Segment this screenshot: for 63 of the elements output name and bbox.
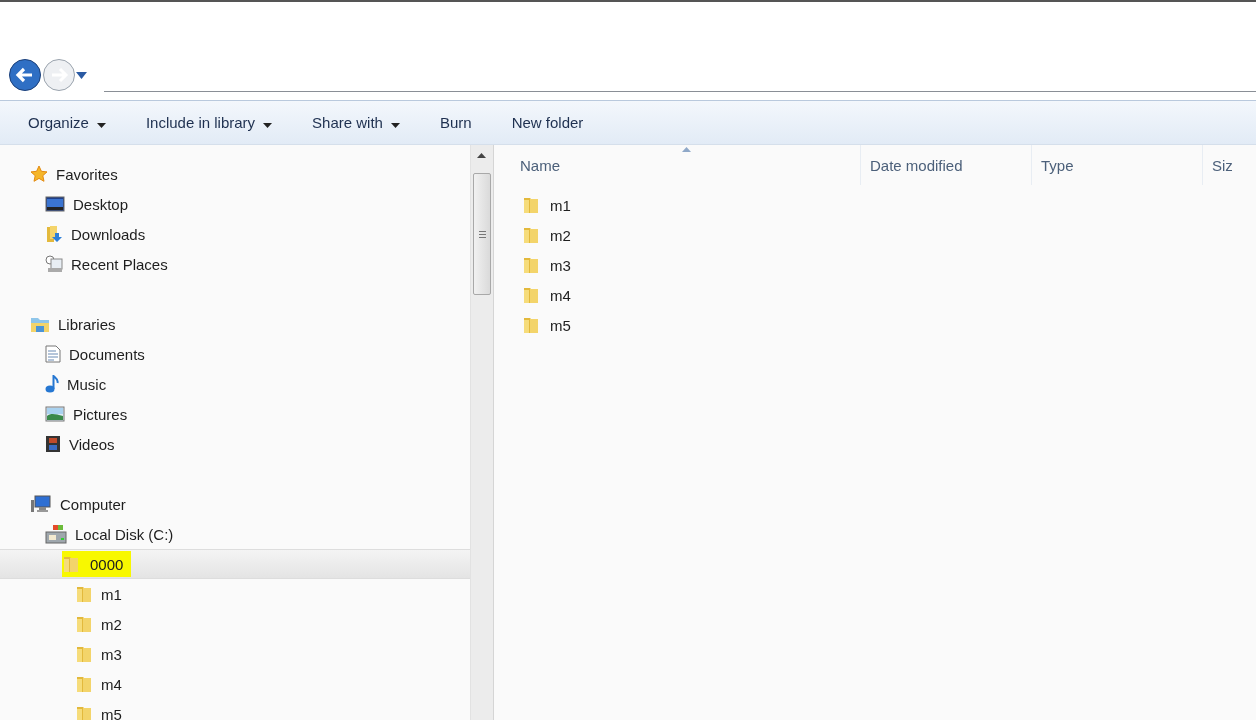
- recent-places-icon: [45, 255, 63, 273]
- tree-item[interactable]: Libraries: [30, 313, 116, 335]
- scroll-thumb[interactable]: [473, 173, 491, 295]
- document-icon: [45, 345, 61, 363]
- folder-download-icon: [45, 225, 63, 243]
- folder-icon: [75, 644, 93, 664]
- computer-icon: [30, 495, 52, 513]
- tree-item[interactable]: Music: [45, 373, 107, 395]
- column-header[interactable]: Siz: [1203, 145, 1243, 185]
- grip-icon: [478, 230, 486, 238]
- file-item[interactable]: m3: [494, 250, 602, 280]
- scrollbar[interactable]: [470, 145, 494, 720]
- column-header[interactable]: Type: [1032, 145, 1203, 185]
- tree-item[interactable]: Pictures: [45, 403, 128, 425]
- tree-item[interactable]: Videos: [45, 433, 115, 455]
- folder-icon: [75, 674, 93, 694]
- file-item[interactable]: m2: [494, 220, 602, 250]
- tree-item[interactable]: m2: [75, 612, 122, 636]
- dropdown-arrow-icon[interactable]: [76, 71, 87, 79]
- file-item[interactable]: m1: [494, 190, 602, 220]
- tree-item[interactable]: Favorites: [30, 163, 118, 185]
- menu-button[interactable]: Include in library: [135, 110, 283, 135]
- scroll-up-arrow-icon[interactable]: [477, 153, 486, 158]
- folder-icon: [522, 225, 540, 245]
- menu-button[interactable]: Share with: [302, 110, 410, 135]
- tree-item[interactable]: Local Disk (C:): [45, 522, 174, 546]
- tree-item[interactable]: m3: [75, 642, 122, 666]
- hard-drive-icon: [45, 524, 67, 544]
- tree-item[interactable]: 0000: [62, 551, 132, 577]
- film-icon: [45, 435, 61, 453]
- folder-icon: [522, 255, 540, 275]
- tree-item[interactable]: Documents: [45, 343, 145, 365]
- library-icon: [30, 315, 50, 333]
- picture-icon: [45, 406, 65, 422]
- toolbar-button[interactable]: New folder: [501, 110, 594, 135]
- folder-icon: [522, 285, 540, 305]
- tree-item[interactable]: m1: [75, 582, 122, 606]
- file-item[interactable]: m4: [494, 280, 602, 310]
- tree-item[interactable]: m5: [75, 702, 122, 720]
- caret-icon: [263, 123, 273, 128]
- folder-icon: [75, 614, 93, 634]
- music-note-icon: [45, 375, 59, 393]
- folder-icon: [62, 554, 80, 574]
- sort-arrow-icon: [682, 147, 691, 152]
- caret-icon: [96, 123, 106, 128]
- tree-item[interactable]: m4: [75, 672, 122, 696]
- tree-item[interactable]: Recent Places: [45, 253, 168, 275]
- folder-icon: [522, 315, 540, 335]
- back-button[interactable]: [8, 58, 42, 92]
- file-item[interactable]: m5: [494, 310, 602, 340]
- column-header[interactable]: Name: [494, 145, 861, 185]
- tree-item[interactable]: Desktop: [45, 193, 129, 215]
- tree-item[interactable]: Computer: [30, 493, 126, 515]
- menu-button[interactable]: Organize: [18, 110, 116, 135]
- star-icon: [30, 165, 48, 183]
- caret-icon: [390, 123, 400, 128]
- folder-icon: [522, 195, 540, 215]
- folder-icon: [75, 704, 93, 720]
- toolbar-button[interactable]: Burn: [429, 110, 482, 135]
- monitor-icon: [45, 196, 65, 212]
- tree-item[interactable]: Downloads: [45, 223, 146, 245]
- folder-icon: [75, 584, 93, 604]
- column-header[interactable]: Date modified: [861, 145, 1032, 185]
